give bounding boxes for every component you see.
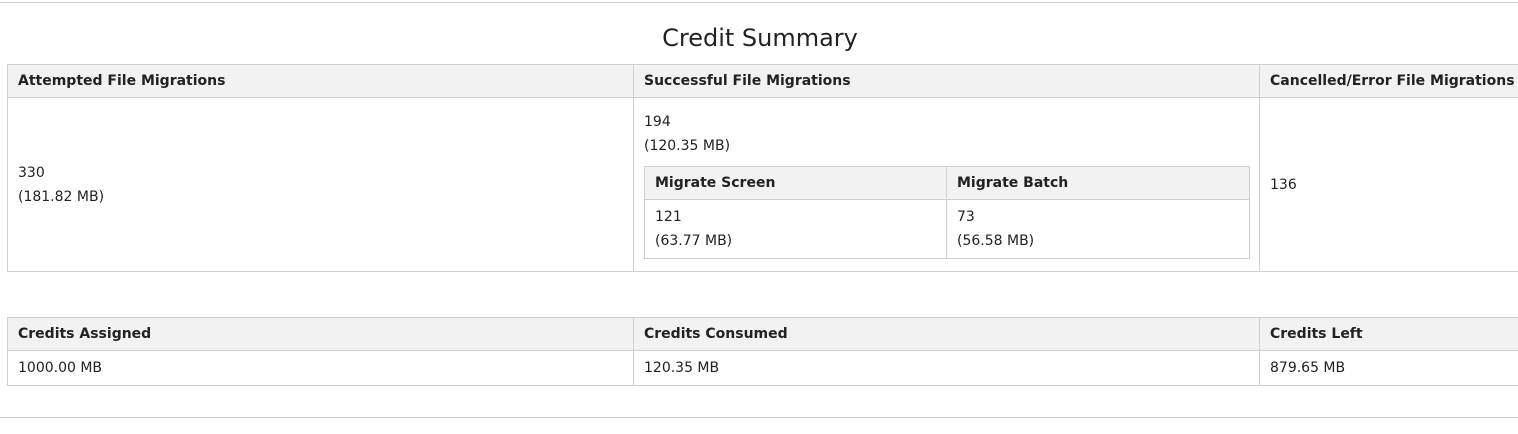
successful-header: Successful File Migrations [633,64,1260,98]
migrate-screen-size: (63.77 MB) [655,233,733,249]
migrate-screen-cell: 121 (63.77 MB) [644,199,947,259]
migrations-header-row: Attempted File Migrations Successful Fil… [7,64,1518,98]
migrate-batch-size: (56.58 MB) [957,233,1035,249]
successful-count: 194 [644,114,671,130]
credits-assigned-header: Credits Assigned [7,317,634,351]
migrate-batch-cell: 73 (56.58 MB) [946,199,1250,259]
migrate-batch-count: 73 [957,209,975,225]
cancelled-count: 136 [1270,176,1297,193]
attempted-cell: 330 (181.82 MB) [7,97,634,272]
credits-data-row: 1000.00 MB 120.35 MB 879.65 MB [7,350,1518,386]
cancelled-header: Cancelled/Error File Migrations [1259,64,1518,98]
successful-cell: 194 (120.35 MB) Migrate Screen Migrate B… [633,97,1260,272]
credits-table: Credits Assigned Credits Consumed Credit… [7,317,1518,386]
credits-left-value: 879.65 MB [1259,350,1518,386]
attempted-header: Attempted File Migrations [7,64,634,98]
bottom-divider [0,417,1518,418]
migration-breakdown-table: Migrate Screen Migrate Batch 121 (63.77 … [644,166,1250,259]
breakdown-header-row: Migrate Screen Migrate Batch [644,166,1250,200]
migrate-batch-header: Migrate Batch [946,166,1250,200]
credits-consumed-header: Credits Consumed [633,317,1260,351]
credit-summary-page: Credit Summary Attempted File Migrations… [0,0,1518,434]
top-divider [0,2,1518,3]
attempted-count: 330 [18,164,45,181]
successful-size: (120.35 MB) [644,138,731,154]
migrate-screen-header: Migrate Screen [644,166,947,200]
credits-header-row: Credits Assigned Credits Consumed Credit… [7,317,1518,351]
cancelled-cell: 136 [1259,97,1518,272]
migrate-screen-count: 121 [655,209,682,225]
credits-assigned-value: 1000.00 MB [7,350,634,386]
attempted-size: (181.82 MB) [18,188,105,205]
page-title: Credit Summary [662,24,858,52]
credits-left-header: Credits Left [1259,317,1518,351]
breakdown-data-row: 121 (63.77 MB) 73 (56.58 MB) [644,199,1250,259]
migrations-table: Attempted File Migrations Successful Fil… [7,64,1518,272]
migrations-data-row: 330 (181.82 MB) 194 (120.35 MB) Migrate … [7,97,1518,272]
credits-consumed-value: 120.35 MB [633,350,1260,386]
